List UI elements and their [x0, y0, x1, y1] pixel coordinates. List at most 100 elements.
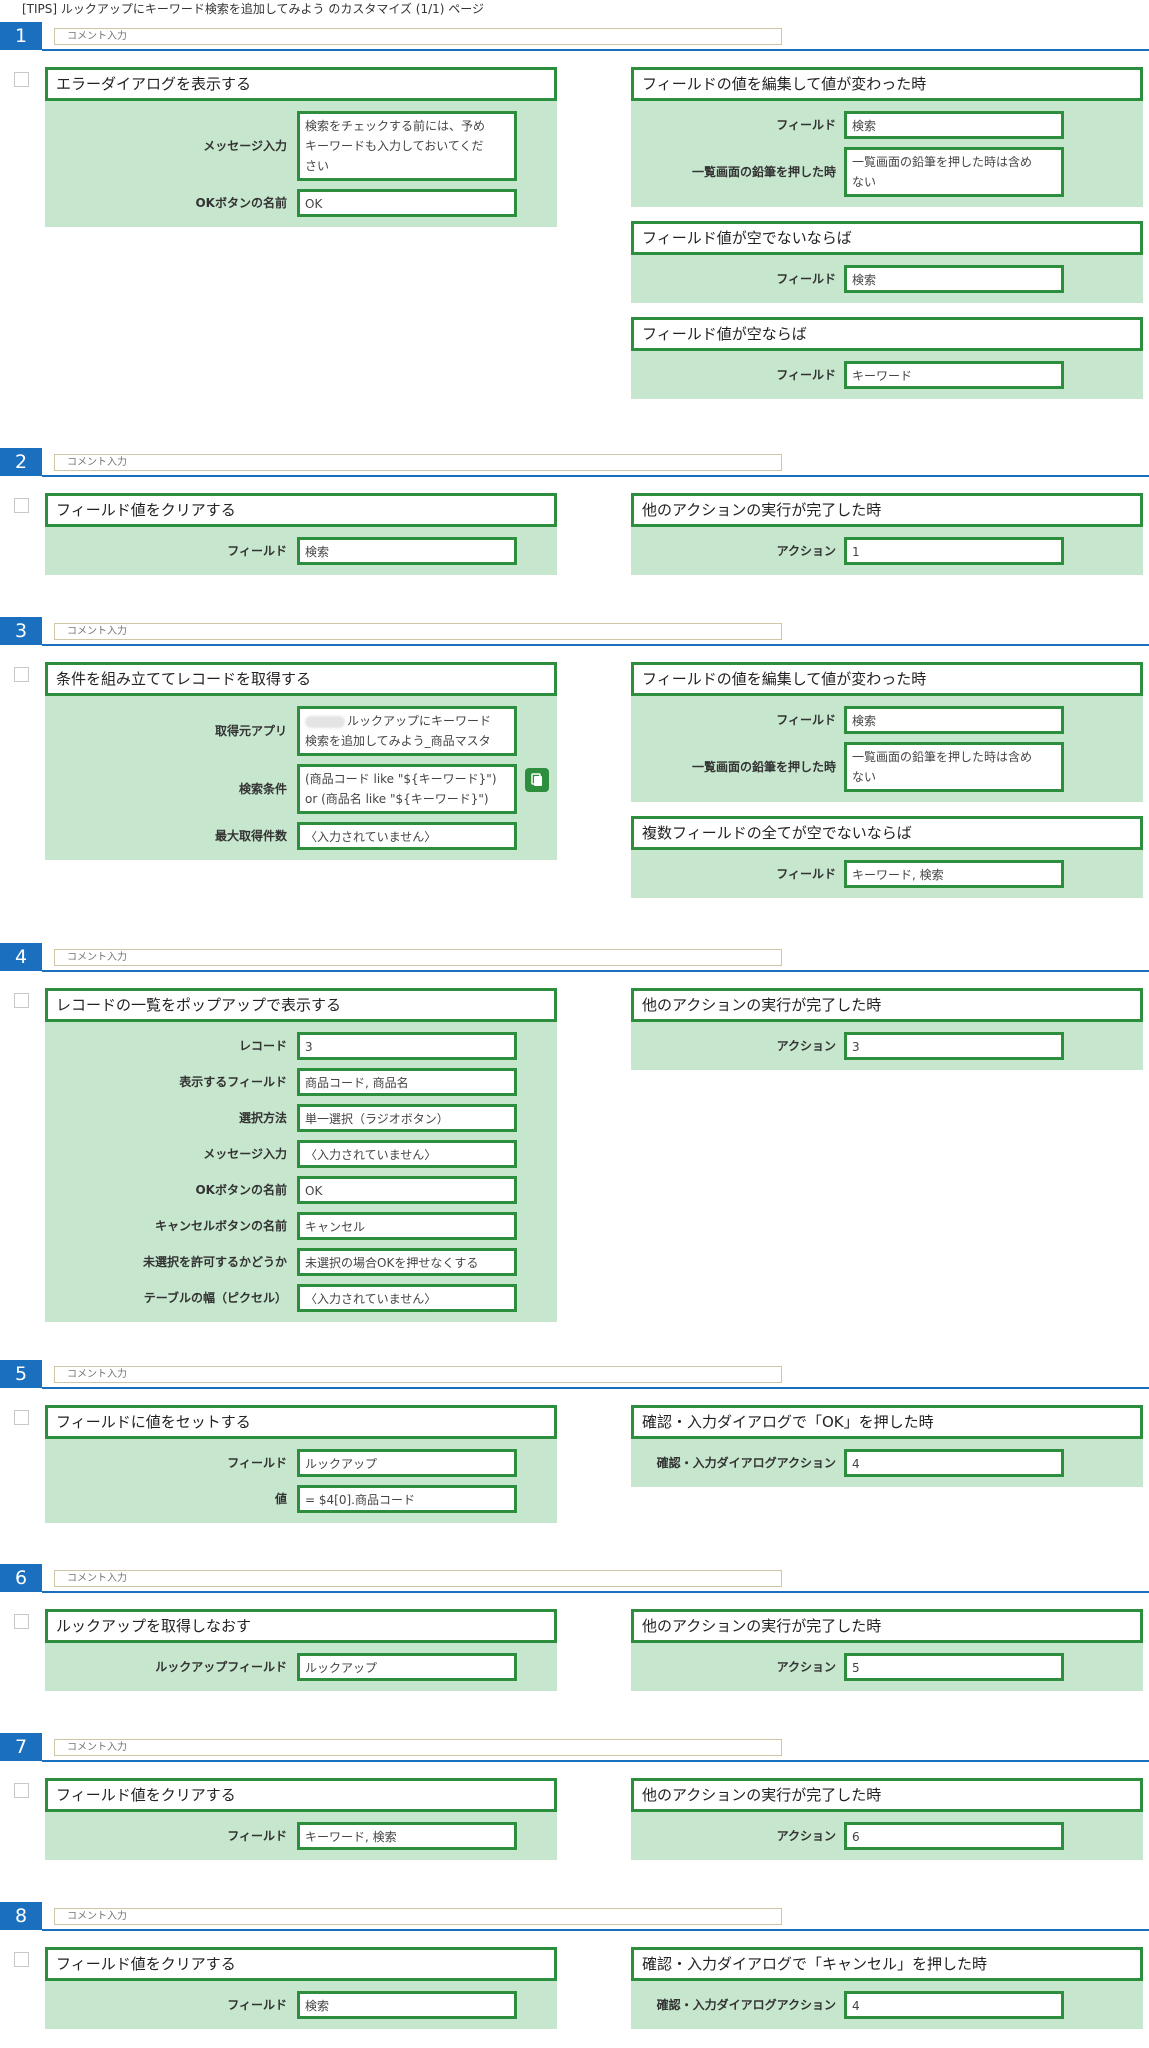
trigger-title[interactable]: フィールドの値を編集して値が変わった時 — [631, 662, 1143, 696]
trigger-title[interactable]: 他のアクションの実行が完了した時 — [631, 493, 1143, 527]
step-checkbox[interactable] — [14, 1952, 29, 1967]
trigger-body: フィールド キーワード, 検索 — [631, 850, 1143, 898]
step-checkbox[interactable] — [14, 993, 29, 1008]
trigger-title[interactable]: フィールドの値を編集して値が変わった時 — [631, 67, 1143, 101]
field-value-box[interactable]: = $4[0].商品コード — [297, 1485, 517, 1513]
action-title[interactable]: フィールドに値をセットする — [45, 1405, 557, 1439]
trigger-title[interactable]: 他のアクションの実行が完了した時 — [631, 1778, 1143, 1812]
field-value-box[interactable]: 3 — [844, 1032, 1064, 1060]
field-value-line: 一覧画面の鉛筆を押した時は含め — [852, 750, 1033, 764]
field-value-box[interactable]: 1 — [844, 537, 1064, 565]
field-label: テーブルの幅（ピクセル） — [143, 1291, 287, 1305]
field-label: アクション — [776, 1660, 836, 1674]
action-title[interactable]: 条件を組み立ててレコードを取得する — [45, 662, 557, 696]
action-title[interactable]: レコードの一覧をポップアップで表示する — [45, 988, 557, 1022]
field-value-box[interactable]: 一覧画面の鉛筆を押した時は含め ない — [844, 147, 1064, 197]
action-title[interactable]: ルックアップを取得しなおす — [45, 1609, 557, 1643]
action-card: 条件を組み立ててレコードを取得する取得元アプリ ルックアップにキーワード 検索を追加… — [45, 662, 557, 860]
field-value-box[interactable]: 〈入力されていません〉 — [297, 1284, 517, 1312]
field-label: メッセージ入力 — [203, 1147, 287, 1161]
field-value-box[interactable]: OK — [297, 1176, 517, 1204]
step-checkbox[interactable] — [14, 498, 29, 513]
step-divider — [42, 1591, 1149, 1593]
field-value-line: 商品コード, 商品名 — [305, 1076, 409, 1090]
field-value-box[interactable]: (商品コード like "${キーワード}") or (商品名 like "${キ… — [297, 764, 517, 814]
trigger-card: 他のアクションの実行が完了した時 アクション 1 — [631, 493, 1143, 575]
field-label: ルックアップフィールド — [155, 1660, 287, 1674]
step-checkbox[interactable] — [14, 1783, 29, 1798]
trigger-title[interactable]: 他のアクションの実行が完了した時 — [631, 1609, 1143, 1643]
field-value-box[interactable]: 商品コード, 商品名 — [297, 1068, 517, 1096]
field-value-box[interactable]: 検索 — [844, 706, 1064, 734]
action-title[interactable]: フィールド値をクリアする — [45, 493, 557, 527]
action-body: フィールド 検索 — [45, 527, 557, 575]
field-label: フィールド — [776, 713, 836, 727]
field-value-box[interactable]: 4 — [844, 1991, 1064, 2019]
field-value-box[interactable]: 6 — [844, 1822, 1064, 1850]
field-label: フィールド — [227, 1829, 287, 1843]
field-label: 取得元アプリ — [214, 724, 287, 738]
trigger-card: 複数フィールドの全てが空でないならば フィールド キーワード, 検索 — [631, 816, 1143, 898]
trigger-title[interactable]: 確認・入力ダイアログで「OK」を押した時 — [631, 1405, 1143, 1439]
comment-input[interactable] — [54, 949, 782, 966]
trigger-body: アクション 3 — [631, 1022, 1143, 1070]
comment-input[interactable] — [54, 1908, 782, 1925]
step-checkbox[interactable] — [14, 1410, 29, 1425]
field-label: 一覧画面の鉛筆を押した時 — [691, 760, 836, 774]
field-value-box[interactable]: 4 — [844, 1449, 1064, 1477]
comment-input[interactable] — [54, 454, 782, 471]
field-value-box[interactable]: 3 — [297, 1032, 517, 1060]
field-value-box[interactable]: キーワード, 検索 — [844, 860, 1064, 888]
field-value-line: 〈入力されていません〉 — [305, 830, 437, 844]
field-value-box[interactable]: キーワード, 検索 — [297, 1822, 517, 1850]
copy-icon[interactable] — [525, 768, 549, 792]
field-value-box[interactable]: 〈入力されていません〉 — [297, 1140, 517, 1168]
field-value-box[interactable]: 単一選択（ラジオボタン） — [297, 1104, 517, 1132]
field-value-box[interactable]: 未選択の場合OKを押せなくする — [297, 1248, 517, 1276]
trigger-title[interactable]: 確認・入力ダイアログで「キャンセル」を押した時 — [631, 1947, 1143, 1981]
field-value-line: 検索 — [852, 273, 877, 287]
step-divider — [42, 644, 1149, 646]
field-value-box[interactable]: 検索 — [844, 265, 1064, 293]
field-value-box[interactable]: ルックアップ — [297, 1653, 517, 1681]
action-title[interactable]: フィールド値をクリアする — [45, 1778, 557, 1812]
trigger-title[interactable]: 複数フィールドの全てが空でないならば — [631, 816, 1143, 850]
field-value-box[interactable]: ルックアップにキーワード 検索を追加してみよう_商品マスタ — [297, 706, 517, 756]
field-value-box[interactable]: 検索 — [297, 537, 517, 565]
trigger-title[interactable]: フィールド値が空でないならば — [631, 221, 1143, 255]
step-checkbox[interactable] — [14, 667, 29, 682]
field-value-box[interactable]: OK — [297, 189, 517, 217]
action-title[interactable]: フィールド値をクリアする — [45, 1947, 557, 1981]
field-value-box[interactable]: ルックアップ — [297, 1449, 517, 1477]
trigger-card: 他のアクションの実行が完了した時アクション 5 — [631, 1609, 1143, 1691]
trigger-body: フィールド 検索 — [631, 255, 1143, 303]
action-card: ルックアップを取得しなおすルックアップフィールド ルックアップ — [45, 1609, 557, 1691]
action-body: フィールド 検索 — [45, 1981, 557, 2029]
step-checkbox[interactable] — [14, 72, 29, 87]
trigger-body: 確認・入力ダイアログアクション 4 — [631, 1439, 1143, 1487]
trigger-title[interactable]: フィールド値が空ならば — [631, 317, 1143, 351]
field-value-box[interactable]: 一覧画面の鉛筆を押した時は含め ない — [844, 742, 1064, 792]
field-value-box[interactable]: 検索 — [844, 111, 1064, 139]
comment-input[interactable] — [54, 1570, 782, 1587]
comment-input[interactable] — [54, 1366, 782, 1383]
comment-input[interactable] — [54, 28, 782, 45]
action-title[interactable]: エラーダイアログを表示する — [45, 67, 557, 101]
trigger-body: フィールド キーワード — [631, 351, 1143, 399]
field-value-box[interactable]: 検索をチェックする前には、予め キーワードも入力しておいてくだ さい — [297, 111, 517, 181]
field-label: メッセージ入力 — [203, 139, 287, 153]
comment-input[interactable] — [54, 623, 782, 640]
step-checkbox[interactable] — [14, 1614, 29, 1629]
field-value-box[interactable]: 〈入力されていません〉 — [297, 822, 517, 850]
field-value-box[interactable]: 5 — [844, 1653, 1064, 1681]
trigger-body: アクション 1 — [631, 527, 1143, 575]
field-value-box[interactable]: 検索 — [297, 1991, 517, 2019]
trigger-title[interactable]: 他のアクションの実行が完了した時 — [631, 988, 1143, 1022]
field-value-line: 4 — [852, 1457, 860, 1471]
field-value-line: ない — [852, 770, 877, 784]
field-value-line: キーワードも入力しておいてくだ — [305, 139, 484, 153]
field-value-box[interactable]: キーワード — [844, 361, 1064, 389]
step-number: 7 — [0, 1733, 42, 1761]
field-value-box[interactable]: キャンセル — [297, 1212, 517, 1240]
comment-input[interactable] — [54, 1739, 782, 1756]
